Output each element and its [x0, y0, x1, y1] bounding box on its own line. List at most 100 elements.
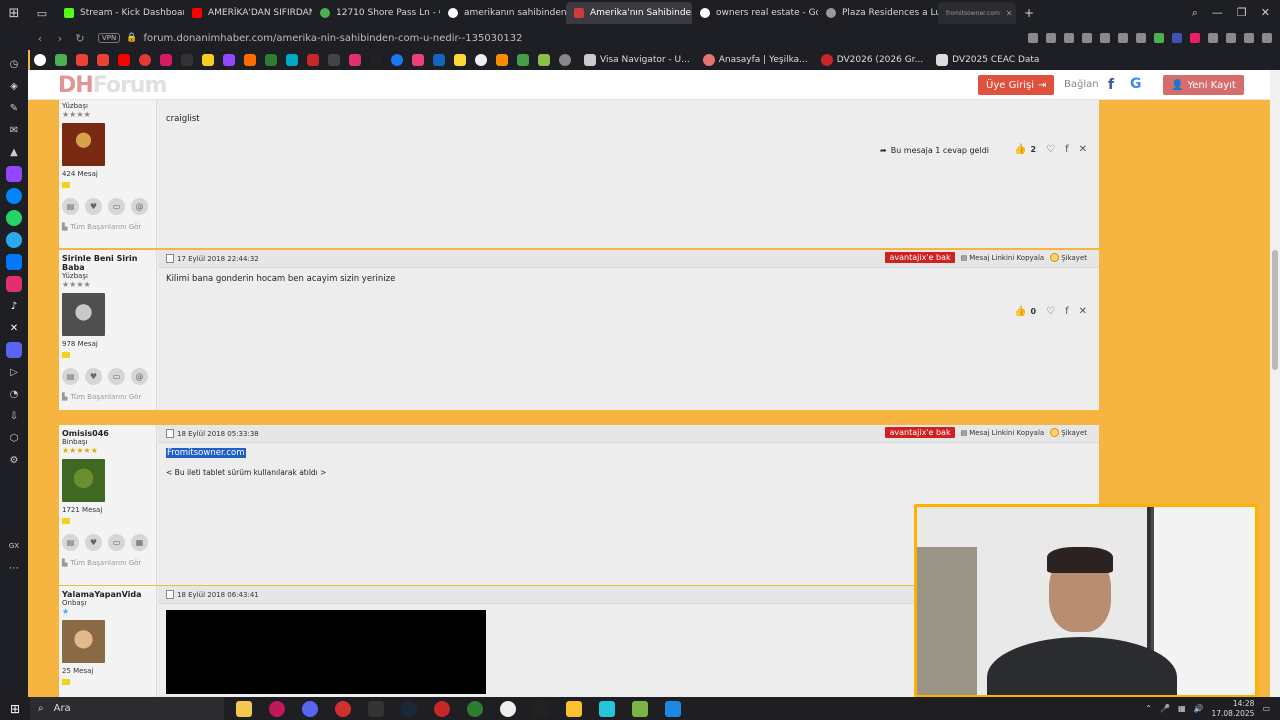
- app-icon-green[interactable]: [632, 700, 648, 717]
- app-icon-red[interactable]: [434, 700, 450, 717]
- settings-gear-icon[interactable]: ⚙: [6, 452, 22, 468]
- all-achievements-link[interactable]: ▙ Tüm Başarılarını Gör: [62, 223, 153, 231]
- pin-icon[interactable]: [1046, 33, 1056, 43]
- taskbar-search[interactable]: ⌕ Ara: [30, 697, 224, 720]
- heart-outline-icon[interactable]: ♡: [1046, 306, 1055, 317]
- page-scrollbar[interactable]: [1270, 70, 1280, 697]
- extension-icon-3[interactable]: [1190, 33, 1200, 43]
- bookmark-globe-icon[interactable]: [559, 54, 571, 66]
- site-logo[interactable]: DHForum: [58, 73, 167, 98]
- menu-icon[interactable]: [1262, 33, 1272, 43]
- tab-kick-dashboard[interactable]: Stream - Kick Dashboard: [56, 2, 184, 24]
- mail-icon[interactable]: ✉: [6, 122, 22, 138]
- bookmark-instagram-icon[interactable]: [160, 54, 172, 66]
- bookmark-red-icon[interactable]: [139, 54, 151, 66]
- discord-icon[interactable]: [302, 700, 318, 717]
- mention-icon[interactable]: @: [131, 368, 148, 385]
- new-tab-button[interactable]: +: [1016, 2, 1042, 24]
- obs-icon[interactable]: [500, 700, 516, 717]
- thumbs-up-icon[interactable]: 👍: [1014, 144, 1026, 155]
- downloads-icon[interactable]: ⇩: [6, 408, 22, 424]
- advantage-button[interactable]: avantajix'e bak: [885, 427, 955, 438]
- folder-icon[interactable]: ▤: [62, 534, 79, 551]
- heart-outline-icon[interactable]: ♡: [1046, 144, 1055, 155]
- bookmark-s-icon[interactable]: [202, 54, 214, 66]
- clock-icon[interactable]: ◔: [6, 386, 22, 402]
- extension-icon-1[interactable]: [1154, 33, 1164, 43]
- system-clock[interactable]: 14:28 17.08.2025: [1211, 699, 1254, 719]
- x-share-icon[interactable]: ✕: [1079, 306, 1087, 317]
- bookmark-orange2-icon[interactable]: [496, 54, 508, 66]
- gx-logo-icon[interactable]: GX: [6, 538, 22, 554]
- facebook-login-icon[interactable]: f: [1108, 77, 1114, 93]
- volume-icon[interactable]: 🔊: [1194, 704, 1204, 713]
- username[interactable]: YalamaYapanVida: [62, 590, 153, 599]
- calendar-icon[interactable]: ▦: [131, 534, 148, 551]
- bookmark-blue-icon[interactable]: [433, 54, 445, 66]
- tab-plaza-residences[interactable]: Plaza Residences a Luxur: [818, 2, 938, 24]
- tab-donanimhaber-active[interactable]: Amerika'nın Sahibinden.c: [566, 2, 692, 24]
- discord-icon[interactable]: [6, 342, 22, 358]
- advantage-button[interactable]: avantajix'e bak: [885, 252, 955, 263]
- bookmark-gmail-icon[interactable]: [76, 54, 88, 66]
- ai-icon[interactable]: ◈: [6, 78, 22, 94]
- sidebar-toggle-icon[interactable]: [1028, 33, 1038, 43]
- copy-link-button[interactable]: ▤ Mesaj Linkini Kopyala: [961, 429, 1045, 437]
- avatar[interactable]: [62, 620, 105, 663]
- notes-icon[interactable]: ✎: [6, 100, 22, 116]
- x-icon[interactable]: ✕: [6, 320, 22, 336]
- bookmark-red2-icon[interactable]: [307, 54, 319, 66]
- bookmark-maps-icon[interactable]: [55, 54, 67, 66]
- facebook-share-icon[interactable]: f: [1065, 144, 1069, 155]
- vpn-badge[interactable]: VPN: [98, 33, 121, 43]
- history-icon[interactable]: ◷: [6, 56, 22, 72]
- bookmark-dv2025-ceac[interactable]: DV2025 CEAC Data: [936, 54, 1039, 66]
- bookmark-gmail-2-icon[interactable]: [97, 54, 109, 66]
- all-achievements-link[interactable]: ▙ Tüm Başarılarını Gör: [62, 393, 153, 401]
- avatar[interactable]: [62, 123, 105, 166]
- message-icon[interactable]: ▭: [108, 368, 125, 385]
- aria-icon[interactable]: ▲: [6, 144, 22, 160]
- heart-icon[interactable]: [1136, 33, 1146, 43]
- thumbs-up-icon[interactable]: 👍: [1014, 306, 1026, 317]
- bookmark-twitch-icon[interactable]: [223, 54, 235, 66]
- tab-google-search-1[interactable]: amerikanın sahibindenmi: [440, 2, 566, 24]
- avatar[interactable]: [62, 293, 105, 336]
- bookmark-teal-icon[interactable]: [286, 54, 298, 66]
- search-tabs-icon[interactable]: ⌕: [1192, 6, 1198, 20]
- tab-maps[interactable]: 12710 Shore Pass Ln - Go: [312, 2, 440, 24]
- url-field[interactable]: forum.donanimhaber.com/amerika-nin-sahib…: [143, 33, 522, 44]
- bookmark-facebook-icon[interactable]: [391, 54, 403, 66]
- reload-icon[interactable]: ↻: [70, 32, 90, 45]
- edge-icon[interactable]: [467, 700, 483, 717]
- notification-icon[interactable]: ▭: [1262, 704, 1270, 713]
- windows-logo-icon[interactable]: ⊞: [0, 0, 28, 26]
- message-icon[interactable]: ▭: [108, 534, 125, 551]
- twitch-icon[interactable]: [6, 166, 22, 182]
- tiktok-icon[interactable]: ♪: [6, 298, 22, 314]
- cube-icon[interactable]: ⬡: [6, 430, 22, 446]
- profile-icon[interactable]: [1226, 33, 1236, 43]
- all-achievements-link[interactable]: ▙ Tüm Başarılarını Gör: [62, 559, 153, 567]
- player-icon[interactable]: ▷: [6, 364, 22, 380]
- bookmark-orange-icon[interactable]: [244, 54, 256, 66]
- minimize-icon[interactable]: —: [1212, 6, 1223, 20]
- calculator-icon[interactable]: [665, 700, 681, 717]
- close-tab-icon[interactable]: ✕: [1006, 9, 1013, 18]
- bookmark-instagram-2-icon[interactable]: [349, 54, 361, 66]
- report-button[interactable]: Şikayet: [1050, 428, 1087, 437]
- bookmark-white-icon[interactable]: [475, 54, 487, 66]
- selected-link-text[interactable]: Fromitsowner.com: [166, 448, 246, 458]
- whatsapp-icon[interactable]: [6, 210, 22, 226]
- extensions-puzzle-icon[interactable]: [1208, 33, 1218, 43]
- heart-icon[interactable]: ♥: [85, 368, 102, 385]
- extension-icon-2[interactable]: [1172, 33, 1182, 43]
- capcut-icon[interactable]: [533, 700, 549, 717]
- heart-icon[interactable]: ♥: [85, 198, 102, 215]
- chevron-up-icon[interactable]: ⌃: [1145, 704, 1152, 713]
- bookmark-pink-icon[interactable]: [412, 54, 424, 66]
- tab-overview-icon[interactable]: ▭: [28, 0, 56, 26]
- messenger-icon[interactable]: [6, 188, 22, 204]
- file-explorer-icon[interactable]: [236, 700, 252, 717]
- bookmark-visa-navigator[interactable]: Visa Navigator - U...: [584, 54, 690, 66]
